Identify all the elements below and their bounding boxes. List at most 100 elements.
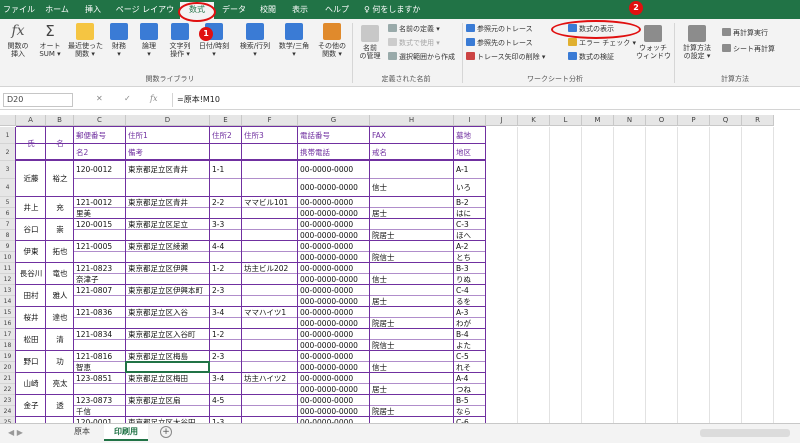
row-header[interactable]: 2 bbox=[0, 144, 16, 161]
given-name-cell[interactable]: 透 bbox=[46, 395, 74, 417]
recent-functions-button[interactable]: 最近使った 関数 ▾ bbox=[68, 23, 103, 58]
tab-help[interactable]: ヘルプ bbox=[320, 0, 354, 19]
given-name-cell[interactable]: 崇 bbox=[46, 219, 74, 241]
tab-file[interactable]: ファイル bbox=[2, 0, 36, 19]
surname-cell[interactable]: 井上 bbox=[16, 197, 46, 219]
row-header[interactable]: 18 bbox=[0, 340, 16, 351]
address2-cell[interactable]: 1-1 bbox=[210, 161, 242, 179]
row-header[interactable]: 1 bbox=[0, 127, 16, 144]
tab-home[interactable]: ホーム bbox=[40, 0, 74, 19]
column-header[interactable]: G bbox=[298, 115, 370, 126]
create-from-selection-button[interactable]: 選択範囲から作成 bbox=[388, 52, 455, 63]
column-header[interactable]: E bbox=[210, 115, 242, 126]
surname-cell[interactable]: 山崎 bbox=[16, 373, 46, 395]
given-name-cell[interactable]: 竜也 bbox=[46, 263, 74, 285]
row-header[interactable]: 17 bbox=[0, 329, 16, 340]
surname-cell[interactable]: 金子 bbox=[16, 395, 46, 417]
selected-cell-d20[interactable] bbox=[125, 361, 210, 373]
posthumous-name-cell[interactable]: 信士 bbox=[370, 179, 454, 197]
evaluate-formula-button[interactable]: 数式の検証 bbox=[568, 52, 614, 63]
header-surname[interactable]: 氏 bbox=[16, 127, 46, 161]
given-name-cell[interactable]: 雅人 bbox=[46, 285, 74, 307]
column-header[interactable]: C bbox=[74, 115, 126, 126]
column-header[interactable]: I bbox=[454, 115, 486, 126]
surname-cell[interactable]: 松田 bbox=[16, 329, 46, 351]
worksheet-grid[interactable]: A B C D E F G H I J K L M N O P Q R 1 2 3 4 5 6 7 8 9 10 11 12 13 14 15 1… bbox=[0, 115, 800, 423]
surname-cell[interactable]: 長谷川 bbox=[16, 263, 46, 285]
given-name-cell[interactable]: 拓也 bbox=[46, 241, 74, 263]
column-header[interactable]: B bbox=[46, 115, 74, 126]
row-header[interactable]: 5 bbox=[0, 197, 16, 208]
sheet-tab-original[interactable]: 原本 bbox=[66, 424, 98, 441]
financial-button[interactable]: 財務 ▾ bbox=[106, 23, 132, 58]
row-header[interactable]: 3 bbox=[0, 161, 16, 179]
logical-button[interactable]: 論理 ▾ bbox=[136, 23, 162, 58]
use-in-formula-button[interactable]: 数式で使用 ▾ bbox=[388, 38, 440, 49]
watch-window-button[interactable]: ウォッチ ウィンドウ bbox=[636, 25, 671, 60]
given-name-cell[interactable]: 裕之 bbox=[46, 161, 74, 197]
calculate-sheet-button[interactable]: シート再計算 bbox=[722, 44, 775, 55]
row-header[interactable]: 16 bbox=[0, 318, 16, 329]
surname-cell[interactable]: 谷口 bbox=[16, 219, 46, 241]
address1-cell[interactable]: 東京都足立区青井 bbox=[126, 161, 210, 179]
math-button[interactable]: 数学/三角 ▾ bbox=[276, 23, 312, 58]
column-header[interactable]: D bbox=[126, 115, 210, 126]
calculate-now-button[interactable]: 再計算実行 bbox=[722, 28, 768, 39]
row-header[interactable]: 14 bbox=[0, 296, 16, 307]
header-cell[interactable]: 住所1 bbox=[126, 127, 210, 144]
row-header[interactable]: 24 bbox=[0, 406, 16, 417]
add-sheet-button[interactable]: + bbox=[160, 426, 172, 438]
name2-cell[interactable] bbox=[74, 179, 126, 197]
column-header[interactable]: N bbox=[614, 115, 646, 126]
surname-cell[interactable]: 近藤 bbox=[16, 161, 46, 197]
error-check-button[interactable]: エラー チェック ▾ bbox=[568, 38, 636, 49]
tab-page-layout[interactable]: ページ レイアウト bbox=[112, 0, 178, 33]
row-header[interactable]: 8 bbox=[0, 230, 16, 241]
phone-cell[interactable]: 00-0000-0000 bbox=[298, 161, 370, 179]
header-cell[interactable]: FAX bbox=[370, 127, 454, 144]
name-box[interactable]: D20 bbox=[3, 93, 73, 107]
row-header[interactable]: 20 bbox=[0, 362, 16, 373]
horizontal-scrollbar[interactable] bbox=[700, 429, 790, 437]
header-cell[interactable]: 墓地 bbox=[454, 127, 486, 144]
header-cell[interactable]: 住所3 bbox=[242, 127, 298, 144]
cemetery-cell[interactable]: A-1 bbox=[454, 161, 486, 179]
text-functions-button[interactable]: 文字列 操作 ▾ bbox=[166, 23, 194, 58]
row-header[interactable]: 22 bbox=[0, 384, 16, 395]
row-header[interactable]: 7 bbox=[0, 219, 16, 230]
enter-button[interactable]: ✓ bbox=[124, 94, 131, 103]
row-header[interactable]: 13 bbox=[0, 285, 16, 296]
more-functions-button[interactable]: その他の 関数 ▾ bbox=[314, 23, 350, 58]
name-manager-button[interactable]: 名前 の管理 bbox=[356, 25, 384, 60]
lookup-button[interactable]: 検索/行列 ▾ bbox=[236, 23, 274, 58]
row-header[interactable]: 6 bbox=[0, 208, 16, 219]
select-all-corner[interactable] bbox=[0, 115, 16, 126]
tab-data[interactable]: データ bbox=[218, 0, 250, 19]
mobile-cell[interactable]: 000-0000-0000 bbox=[298, 179, 370, 197]
column-header[interactable]: H bbox=[370, 115, 454, 126]
tell-me-search[interactable]: ♀ 何をしますか bbox=[364, 0, 444, 19]
row-header[interactable]: 23 bbox=[0, 395, 16, 406]
column-header[interactable]: F bbox=[242, 115, 298, 126]
insert-function-button[interactable]: fx 関数の 挿入 bbox=[4, 23, 32, 58]
row-header[interactable]: 19 bbox=[0, 351, 16, 362]
column-header[interactable]: Q bbox=[710, 115, 742, 126]
sheet-nav-arrows[interactable]: ◀ ▶ bbox=[8, 428, 23, 437]
column-header[interactable]: J bbox=[486, 115, 518, 126]
column-header[interactable]: A bbox=[16, 115, 46, 126]
address3-cell[interactable] bbox=[242, 161, 298, 179]
header-given-name[interactable]: 名 bbox=[46, 127, 74, 161]
district-cell[interactable]: いろ bbox=[454, 179, 486, 197]
row-header[interactable]: 12 bbox=[0, 274, 16, 285]
tab-insert[interactable]: 挿入 bbox=[78, 0, 108, 19]
remove-arrows-button[interactable]: トレース矢印の削除 ▾ bbox=[466, 52, 545, 63]
surname-cell[interactable]: 野口 bbox=[16, 351, 46, 373]
sheet-tab-print[interactable]: 印刷用 bbox=[104, 424, 148, 441]
given-name-cell[interactable]: 充 bbox=[46, 197, 74, 219]
given-name-cell[interactable]: 功 bbox=[46, 351, 74, 373]
column-header[interactable]: O bbox=[646, 115, 678, 126]
surname-cell[interactable]: 田村 bbox=[16, 285, 46, 307]
autosum-button[interactable]: Σ オート SUM ▾ bbox=[36, 23, 64, 59]
tab-review[interactable]: 校閲 bbox=[254, 0, 282, 19]
row-header[interactable]: 21 bbox=[0, 373, 16, 384]
